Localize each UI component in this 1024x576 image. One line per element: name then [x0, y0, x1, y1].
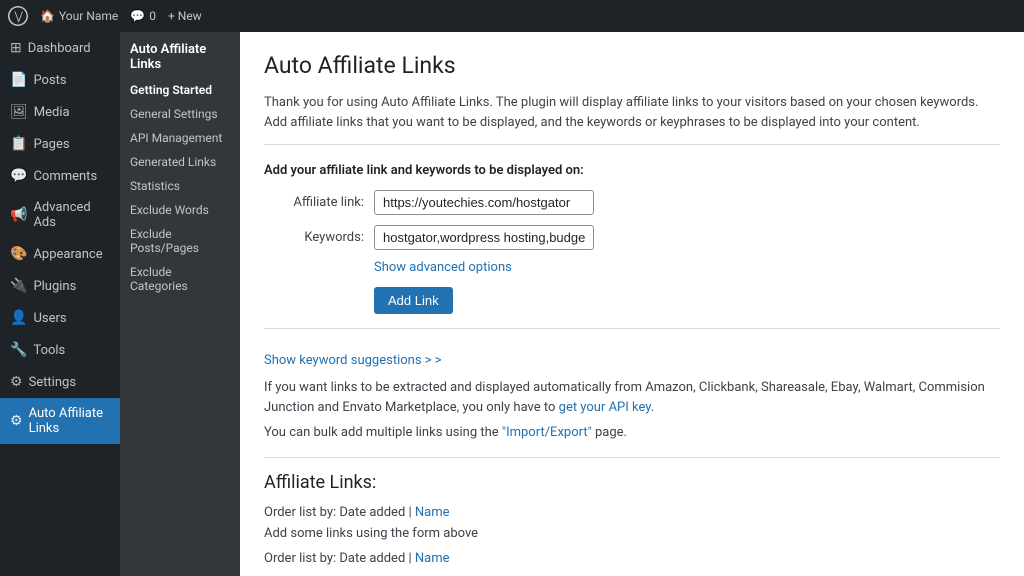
divider	[264, 328, 1000, 329]
posts-icon: 📄	[10, 72, 27, 88]
appearance-icon: 🎨	[10, 246, 27, 262]
submenu-item-api-management[interactable]: API Management	[120, 126, 240, 150]
page-description: Thank you for using Auto Affiliate Links…	[264, 93, 1000, 145]
sidebar-label-auto-affiliate: Auto Affiliate Links	[29, 406, 110, 436]
keywords-row: Keywords:	[264, 225, 1000, 250]
affiliate-link-row: Affiliate link:	[264, 190, 1000, 215]
order-name-link-1[interactable]: Name	[415, 505, 450, 520]
sidebar-label-settings: Settings	[29, 375, 76, 390]
plugins-icon: 🔌	[10, 278, 27, 294]
auto-affiliate-icon: ⚙	[10, 413, 23, 429]
submenu-item-exclude-words[interactable]: Exclude Words	[120, 198, 240, 222]
submenu: Auto Affiliate Links Getting StartedGene…	[120, 32, 240, 576]
submenu-item-generated-links[interactable]: Generated Links	[120, 150, 240, 174]
sidebar-item-posts[interactable]: 📄 Posts	[0, 64, 120, 96]
submenu-item-getting-started[interactable]: Getting Started	[120, 78, 240, 102]
sidebar-label-dashboard: Dashboard	[28, 41, 91, 56]
new-button[interactable]: + New	[168, 9, 202, 23]
page-title: Auto Affiliate Links	[264, 52, 1000, 79]
comments-link[interactable]: 💬 0	[130, 9, 156, 23]
main-content: Auto Affiliate Links Thank you for using…	[240, 32, 1024, 576]
affiliate-link-input[interactable]	[374, 190, 594, 215]
sidebar-label-pages: Pages	[33, 137, 69, 152]
sidebar-label-posts: Posts	[33, 73, 66, 88]
submenu-item-statistics[interactable]: Statistics	[120, 174, 240, 198]
wp-logo-icon	[8, 6, 28, 26]
show-advanced-link[interactable]: Show advanced options	[374, 260, 512, 275]
sidebar-item-dashboard[interactable]: ⊞ Dashboard	[0, 32, 120, 64]
sidebar-item-tools[interactable]: 🔧 Tools	[0, 334, 120, 366]
pages-icon: 📋	[10, 136, 27, 152]
comment-icon: 💬	[130, 9, 145, 23]
empty-message: Add some links using the form above	[264, 526, 1000, 541]
keywords-label: Keywords:	[264, 230, 364, 245]
sidebar-label-users: Users	[33, 311, 66, 326]
import-export-link[interactable]: "Import/Export"	[502, 425, 592, 440]
order-row-1: Order list by: Date added | Name	[264, 505, 1000, 520]
top-bar: 🏠 Your Name 💬 0 + New	[0, 0, 1024, 32]
order-name-link-2[interactable]: Name	[415, 551, 450, 566]
sidebar-item-comments[interactable]: 💬 Comments	[0, 160, 120, 192]
advanced-ads-icon: 📢	[10, 207, 27, 223]
sidebar-label-plugins: Plugins	[33, 279, 76, 294]
add-link-button[interactable]: Add Link	[374, 287, 453, 314]
sidebar-label-comments: Comments	[33, 169, 97, 184]
sidebar-label-appearance: Appearance	[33, 247, 102, 262]
site-name[interactable]: 🏠 Your Name	[40, 9, 118, 23]
sidebar-label-advanced-ads: Advanced Ads	[33, 200, 110, 230]
submenu-header[interactable]: Auto Affiliate Links	[120, 32, 240, 78]
sidebar-label-tools: Tools	[33, 343, 65, 358]
dashboard-icon: ⊞	[10, 40, 22, 56]
keyword-suggestions-link[interactable]: Show keyword suggestions > >	[264, 353, 442, 368]
sidebar-item-media[interactable]: 🖼 Media	[0, 96, 120, 128]
api-key-link[interactable]: get your API key	[559, 400, 651, 415]
media-icon: 🖼	[10, 104, 28, 120]
affiliate-links-title: Affiliate Links:	[264, 472, 1000, 493]
form-section-title: Add your affiliate link and keywords to …	[264, 163, 1000, 178]
keywords-input[interactable]	[374, 225, 594, 250]
submenu-item-general-settings[interactable]: General Settings	[120, 102, 240, 126]
home-icon: 🏠	[40, 9, 55, 23]
settings-icon: ⚙	[10, 374, 23, 390]
info-text-api: If you want links to be extracted and di…	[264, 378, 1000, 417]
tools-icon: 🔧	[10, 342, 27, 358]
sidebar-item-advanced-ads[interactable]: 📢 Advanced Ads	[0, 192, 120, 238]
sidebar-item-plugins[interactable]: 🔌 Plugins	[0, 270, 120, 302]
sidebar-item-auto-affiliate[interactable]: ⚙ Auto Affiliate Links	[0, 398, 120, 444]
info-text-import: You can bulk add multiple links using th…	[264, 423, 1000, 443]
divider-2	[264, 457, 1000, 458]
affiliate-link-label: Affiliate link:	[264, 195, 364, 210]
sidebar-item-settings[interactable]: ⚙ Settings	[0, 366, 120, 398]
sidebar-item-appearance[interactable]: 🎨 Appearance	[0, 238, 120, 270]
sidebar-item-users[interactable]: 👤 Users	[0, 302, 120, 334]
sidebar: ⊞ Dashboard 📄 Posts 🖼 Media 📋 Pages 💬 Comments 📢 Ad…	[0, 32, 120, 576]
submenu-item-exclude-categories[interactable]: Exclude Categories	[120, 260, 240, 298]
sidebar-label-media: Media	[34, 105, 70, 120]
comments-icon: 💬	[10, 168, 27, 184]
sidebar-item-pages[interactable]: 📋 Pages	[0, 128, 120, 160]
submenu-item-exclude-posts[interactable]: Exclude Posts/Pages	[120, 222, 240, 260]
users-icon: 👤	[10, 310, 27, 326]
order-row-2: Order list by: Date added | Name	[264, 551, 1000, 566]
